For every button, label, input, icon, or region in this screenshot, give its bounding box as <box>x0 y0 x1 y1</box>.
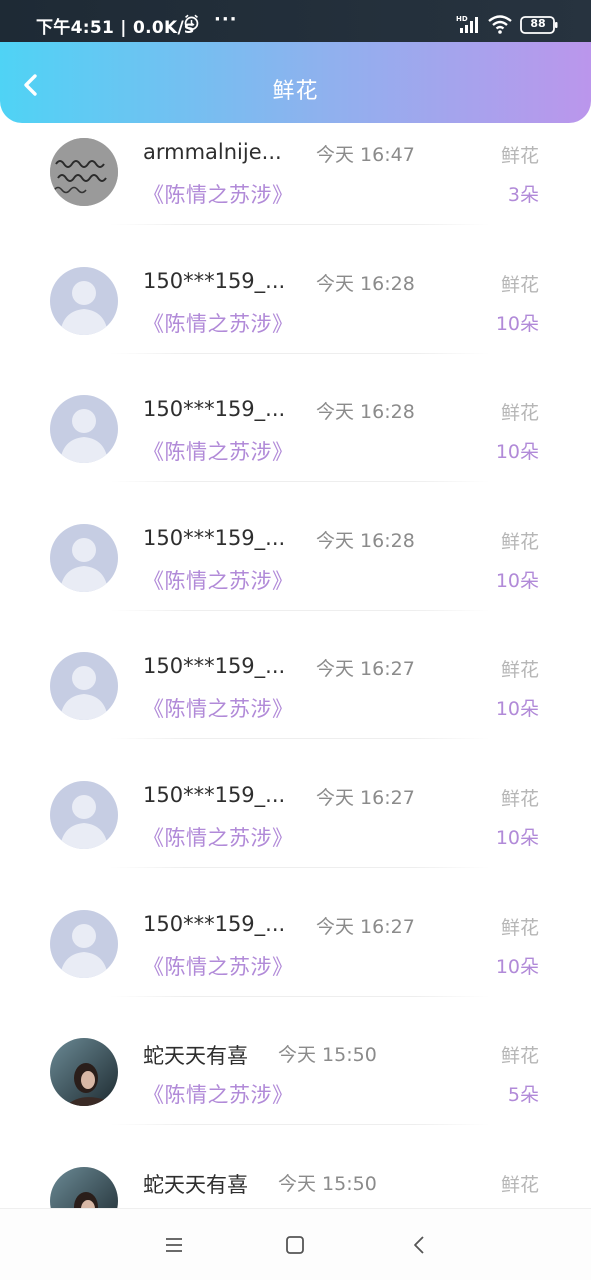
menu-icon[interactable] <box>162 1233 186 1257</box>
row-divider <box>110 995 490 997</box>
row-divider <box>110 352 490 354</box>
gift-type: 鲜花 <box>500 1173 539 1196</box>
system-nav-bar <box>0 1208 591 1280</box>
avatar[interactable] <box>50 395 118 464</box>
row-divider <box>110 738 490 740</box>
gift-type: 鲜花 <box>500 916 539 939</box>
gift-time: 今天 16:27 <box>316 915 415 938</box>
row-divider <box>110 1124 490 1126</box>
list-item[interactable]: 150***159_... 今天 16:28 鲜花《陈情之苏涉》 10朵 <box>0 236 591 365</box>
signal-icon: HD <box>456 15 478 33</box>
page-title: 鲜花 <box>272 79 319 104</box>
avatar[interactable] <box>50 138 118 206</box>
user-name: 150***159_... <box>143 654 286 679</box>
user-name: 150***159_... <box>143 397 286 422</box>
book-title[interactable]: 《陈情之苏涉》 <box>143 822 294 852</box>
wifi-icon <box>488 15 512 34</box>
book-title[interactable]: 《陈情之苏涉》 <box>143 179 294 209</box>
battery-level: 88 <box>530 17 546 30</box>
row-divider <box>110 609 490 611</box>
row-divider <box>110 867 490 868</box>
gift-time: 今天 16:27 <box>316 658 415 681</box>
avatar[interactable] <box>50 1038 118 1107</box>
gift-count: 10朵 <box>495 698 539 721</box>
gift-type: 鲜花 <box>500 402 539 425</box>
gift-type: 鲜花 <box>500 145 539 167</box>
book-title[interactable]: 《陈情之苏涉》 <box>143 565 294 595</box>
list-item[interactable]: 150***159_... 今天 16:27 鲜花《陈情之苏涉》 10朵 <box>0 879 591 1008</box>
user-name: 150***159_... <box>143 268 286 293</box>
status-time: 下午4:51 | 0.0K/s <box>36 18 195 38</box>
avatar[interactable] <box>50 909 118 978</box>
list-item[interactable]: 蛇天天有喜 今天 15:50 鲜花 <box>0 1136 591 1208</box>
gift-time: 今天 16:28 <box>316 272 415 295</box>
avatar[interactable] <box>50 781 118 849</box>
gift-type: 鲜花 <box>500 273 539 296</box>
gift-count: 10朵 <box>495 569 539 592</box>
gift-count: 10朵 <box>495 312 539 335</box>
more-dots: ··· <box>214 9 238 30</box>
avatar[interactable] <box>50 652 118 721</box>
book-title[interactable]: 《陈情之苏涉》 <box>143 308 294 338</box>
gift-count: 10朵 <box>495 441 539 464</box>
status-bar: 下午4:51 | 0.0K/s ··· HD 88 <box>0 0 591 42</box>
alarm-icon <box>184 14 199 31</box>
user-name: 150***159_... <box>143 783 286 807</box>
user-name: 150***159_... <box>143 911 286 936</box>
gift-count: 10朵 <box>495 955 539 978</box>
user-name: 蛇天天有喜 <box>143 1044 248 1069</box>
book-title[interactable]: 《陈情之苏涉》 <box>143 1079 294 1109</box>
back-triangle-icon[interactable] <box>408 1233 432 1257</box>
list-item[interactable]: 150***159_... 今天 16:27 鲜花《陈情之苏涉》 10朵 <box>0 621 591 750</box>
gift-count: 3朵 <box>507 184 539 206</box>
gift-type: 鲜花 <box>500 1045 539 1068</box>
gift-type: 鲜花 <box>500 659 539 682</box>
app-header: 鲜花 <box>0 42 591 123</box>
gift-count: 10朵 <box>495 827 539 849</box>
list-item[interactable]: 150***159_... 今天 16:28 鲜花《陈情之苏涉》 10朵 <box>0 364 591 493</box>
book-title[interactable]: 《陈情之苏涉》 <box>143 436 294 466</box>
flower-record-list: armmalnije... 今天 16:47 鲜花 《陈情之苏涉》 3朵 150***15… <box>0 123 591 1208</box>
home-square-icon[interactable] <box>283 1233 307 1257</box>
gift-type: 鲜花 <box>500 530 539 553</box>
book-title[interactable]: 《陈情之苏涉》 <box>143 693 294 723</box>
top-header-area: 下午4:51 | 0.0K/s ··· HD 88 鲜花 <box>0 0 591 123</box>
row-divider <box>110 224 490 225</box>
gift-time: 今天 16:27 <box>316 787 415 809</box>
row-divider <box>110 481 490 483</box>
gift-count: 5朵 <box>507 1084 539 1107</box>
list-item[interactable]: 蛇天天有喜 今天 15:50 鲜花《陈情之苏涉》 5朵 <box>0 1007 591 1136</box>
avatar[interactable] <box>50 523 118 592</box>
svg-text:HD: HD <box>456 15 468 23</box>
gift-time: 今天 16:28 <box>316 529 415 552</box>
gift-time: 今天 15:50 <box>278 1172 377 1195</box>
gift-time: 今天 16:47 <box>316 144 415 166</box>
avatar[interactable] <box>50 1166 118 1208</box>
gift-type: 鲜花 <box>500 788 539 810</box>
book-title[interactable]: 《陈情之苏涉》 <box>143 951 294 981</box>
gift-time: 今天 16:28 <box>316 401 415 424</box>
user-name: 150***159_... <box>143 525 286 550</box>
user-name: armmalnije... <box>143 140 282 164</box>
avatar[interactable] <box>50 266 118 335</box>
list-item[interactable]: armmalnije... 今天 16:47 鲜花《陈情之苏涉》 3朵 <box>0 123 591 236</box>
user-name: 蛇天天有喜 <box>143 1172 248 1197</box>
gift-time: 今天 15:50 <box>278 1044 377 1067</box>
list-item[interactable]: 150***159_... 今天 16:28 鲜花《陈情之苏涉》 10朵 <box>0 493 591 622</box>
list-item[interactable]: 150***159_... 今天 16:27 鲜花《陈情之苏涉》 10朵 <box>0 750 591 879</box>
